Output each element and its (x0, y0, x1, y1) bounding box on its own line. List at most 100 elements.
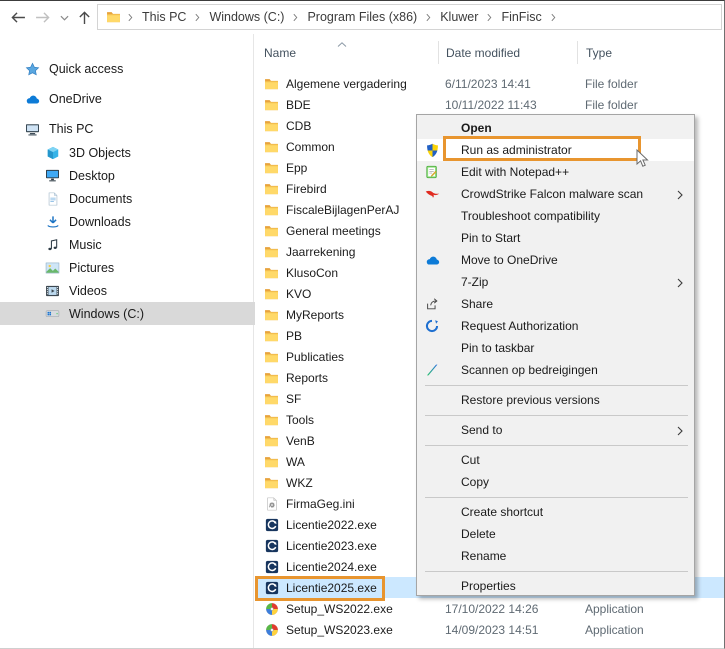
file-type-cell: Application (577, 623, 724, 637)
menu-item-crowdstrike-falcon-malware-scan[interactable]: CrowdStrike Falcon malware scan (417, 183, 694, 205)
breadcrumb-segment[interactable]: This PC (136, 10, 192, 24)
file-name-cell[interactable]: PB (255, 328, 438, 343)
menu-item-icon-placeholder (423, 422, 441, 438)
file-name-label: MyReports (286, 308, 344, 322)
sidebar-item-label: Desktop (69, 169, 115, 183)
file-row[interactable]: BDE10/11/2022 11:43File folder (255, 94, 724, 115)
column-header-name[interactable]: Name (255, 41, 438, 64)
menu-item-create-shortcut[interactable]: Create shortcut (417, 501, 694, 523)
file-name-cell[interactable]: WKZ (255, 475, 438, 490)
crowdstrike-falcon-icon (423, 186, 441, 202)
menu-item-icon-placeholder (423, 340, 441, 356)
file-name-cell[interactable]: Common (255, 139, 438, 154)
file-name-cell[interactable]: KlusoCon (255, 265, 438, 280)
column-header-date-modified[interactable]: Date modified (438, 41, 577, 64)
file-name-cell[interactable]: Tools (255, 412, 438, 427)
sidebar-item-documents[interactable]: Documents (0, 187, 288, 210)
this-pc-icon (24, 121, 41, 138)
file-name-cell[interactable]: Setup_WS2023.exe (255, 622, 438, 637)
menu-item-properties[interactable]: Properties (417, 575, 694, 597)
file-name-cell[interactable]: BDE (255, 97, 438, 112)
menu-item-restore-previous-versions[interactable]: Restore previous versions (417, 389, 694, 411)
sidebar-item-label: Videos (69, 284, 107, 298)
file-name-cell[interactable]: Licentie2024.exe (255, 559, 438, 574)
breadcrumb-chevron-icon (192, 13, 203, 22)
menu-item-troubleshoot-compatibility[interactable]: Troubleshoot compatibility (417, 205, 694, 227)
file-name-cell[interactable]: Firebird (255, 181, 438, 196)
forward-icon[interactable] (30, 5, 56, 31)
folder-icon (264, 118, 279, 133)
file-name-label: Firebird (286, 182, 327, 196)
file-name-cell[interactable]: WA (255, 454, 438, 469)
menu-item-share[interactable]: Share (417, 293, 694, 315)
menu-item-icon-placeholder (423, 120, 441, 136)
sidebar-item-music[interactable]: Music (0, 233, 288, 256)
breadcrumb-segment[interactable]: FinFisc (495, 10, 547, 24)
file-name-cell[interactable]: Reports (255, 370, 438, 385)
file-name-cell[interactable]: KVO (255, 286, 438, 301)
sidebar-item-this-pc[interactable]: This PC (0, 117, 268, 141)
column-header-type[interactable]: Type (577, 41, 724, 64)
file-name-cell[interactable]: Licentie2023.exe (255, 538, 438, 553)
menu-item-send-to[interactable]: Send to (417, 419, 694, 441)
file-name-cell[interactable]: General meetings (255, 223, 438, 238)
file-row[interactable]: Algemene vergadering6/11/2023 14:41File … (255, 73, 724, 94)
file-row[interactable]: Setup_WS2023.exe14/09/2023 14:51Applicat… (255, 619, 724, 640)
sidebar-item-videos[interactable]: Videos (0, 279, 288, 302)
sidebar-item-pictures[interactable]: Pictures (0, 256, 288, 279)
menu-item-rename[interactable]: Rename (417, 545, 694, 567)
file-date-cell: 10/11/2022 11:43 (438, 98, 577, 112)
menu-item-open[interactable]: Open (417, 117, 694, 139)
nav-buttons (0, 1, 97, 34)
menu-item-icon-placeholder (423, 578, 441, 594)
menu-item-delete[interactable]: Delete (417, 523, 694, 545)
folder-icon (264, 412, 279, 427)
menu-item-pin-to-taskbar[interactable]: Pin to taskbar (417, 337, 694, 359)
file-name-cell[interactable]: Algemene vergadering (255, 76, 438, 91)
sidebar-item-3d-objects[interactable]: 3D Objects (0, 141, 288, 164)
file-name-label: BDE (286, 98, 311, 112)
windows-drive-icon (44, 305, 61, 322)
address-bar[interactable]: This PC Windows (C:) Program Files (x86) Kl… (97, 4, 722, 30)
sidebar-item-onedrive[interactable]: OneDrive (0, 87, 268, 111)
file-name-cell[interactable]: FiscaleBijlagenPerAJ (255, 202, 438, 217)
menu-item-edit-with-notepad[interactable]: Edit with Notepad++ (417, 161, 694, 183)
breadcrumb-segment[interactable]: Kluwer (434, 10, 484, 24)
file-name-cell[interactable]: MyReports (255, 307, 438, 322)
sidebar-item-downloads[interactable]: Downloads (0, 210, 288, 233)
sidebar-item-quick-access[interactable]: Quick access (0, 57, 268, 81)
menu-item-cut[interactable]: Cut (417, 449, 694, 471)
back-icon[interactable] (4, 5, 30, 31)
menu-item-copy[interactable]: Copy (417, 471, 694, 493)
sidebar-item-desktop[interactable]: Desktop (0, 164, 288, 187)
file-name-cell[interactable]: VenB (255, 433, 438, 448)
folder-icon (264, 454, 279, 469)
file-name-cell[interactable]: Licentie2025.exe (255, 580, 438, 595)
menu-item-run-as-administrator[interactable]: Run as administrator (417, 139, 694, 161)
file-name-cell[interactable]: Jaarrekening (255, 244, 438, 259)
column-header-type-label: Type (586, 46, 612, 60)
menu-separator (417, 411, 694, 419)
file-name-cell[interactable]: SF (255, 391, 438, 406)
folder-icon (264, 265, 279, 280)
file-name-cell[interactable]: FirmaGeg.ini (255, 496, 438, 511)
breadcrumb-segment[interactable]: Windows (C:) (203, 10, 290, 24)
3d-objects-cube-icon (44, 144, 61, 161)
menu-item-7-zip[interactable]: 7-Zip (417, 271, 694, 293)
up-icon[interactable] (72, 5, 96, 31)
menu-separator (417, 441, 694, 449)
menu-item-request-authorization[interactable]: Request Authorization (417, 315, 694, 337)
file-name-cell[interactable]: CDB (255, 118, 438, 133)
recent-locations-chevron-icon[interactable] (56, 5, 72, 31)
menu-item-pin-to-start[interactable]: Pin to Start (417, 227, 694, 249)
menu-item-scannen-op-bedreigingen[interactable]: Scannen op bedreigingen (417, 359, 694, 381)
file-name-cell[interactable]: Setup_WS2022.exe (255, 601, 438, 616)
file-name-cell[interactable]: Licentie2022.exe (255, 517, 438, 532)
menu-item-move-to-onedrive[interactable]: Move to OneDrive (417, 249, 694, 271)
file-row[interactable]: Setup_WS2022.exe17/10/2022 14:26Applicat… (255, 598, 724, 619)
pictures-icon (44, 259, 61, 276)
file-name-cell[interactable]: Publicaties (255, 349, 438, 364)
breadcrumb-segment[interactable]: Program Files (x86) (301, 10, 423, 24)
sidebar-item-windows-c[interactable]: Windows (C:) (0, 302, 288, 325)
file-name-cell[interactable]: Epp (255, 160, 438, 175)
